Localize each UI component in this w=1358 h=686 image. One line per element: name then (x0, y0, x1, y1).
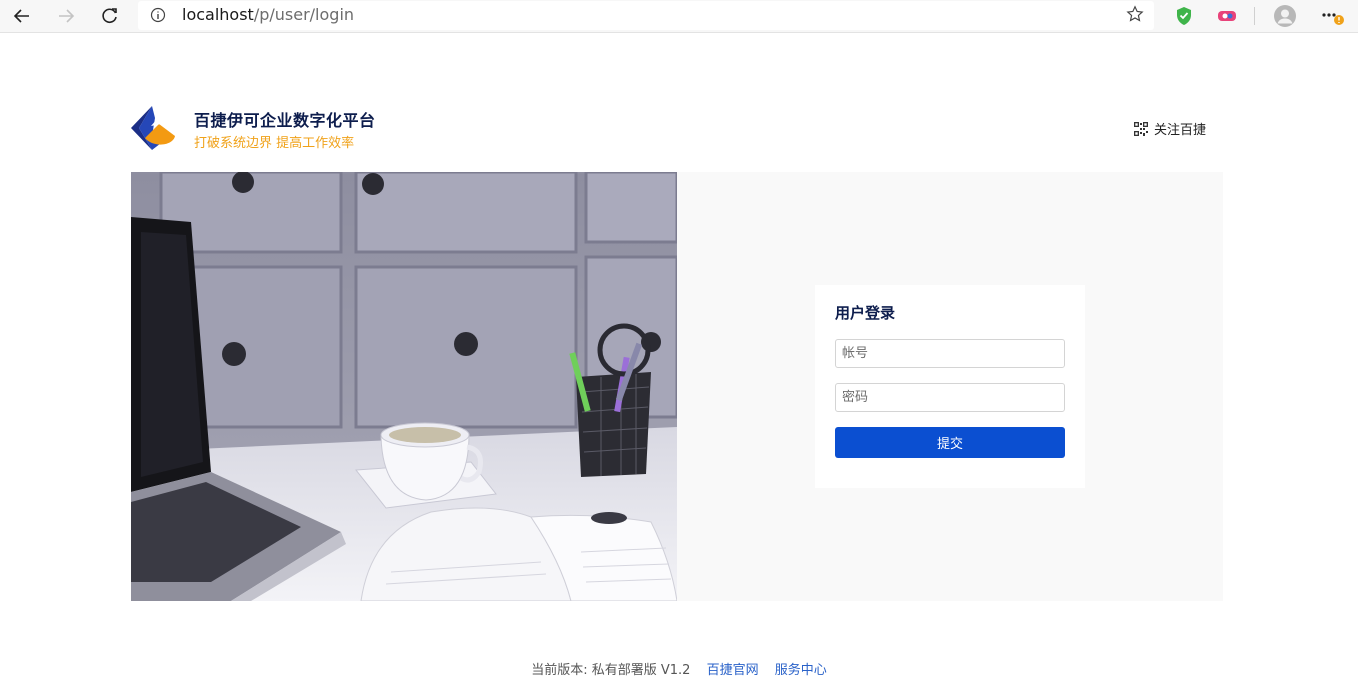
password-input[interactable] (835, 383, 1065, 412)
extension-icon (1218, 11, 1236, 21)
reload-button[interactable] (96, 2, 124, 30)
url-path: /p/user/login (253, 5, 355, 24)
url-host: localhost (182, 5, 254, 24)
login-form: 用户登录 提交 (815, 285, 1085, 488)
account-input[interactable] (835, 339, 1065, 368)
version-text: 当前版本: 私有部署版 V1.2 (531, 663, 691, 678)
bookmark-button[interactable] (1126, 5, 1144, 27)
login-title: 用户登录 (835, 304, 896, 322)
browser-toolbar: localhost/p/user/login (0, 0, 1358, 33)
profile-icon (1274, 5, 1296, 27)
shield-icon (1177, 7, 1191, 25)
hero-image (131, 172, 677, 601)
extension-button[interactable] (1215, 4, 1239, 28)
back-button[interactable] (8, 2, 36, 30)
url-text: localhost/p/user/login (182, 5, 354, 24)
site-info-button[interactable] (150, 7, 166, 27)
profile-button[interactable] (1273, 4, 1297, 28)
official-site-link[interactable]: 百捷官网 (707, 663, 759, 678)
toolbar-separator (1254, 7, 1255, 25)
reload-icon (102, 8, 117, 24)
follow-label: 关注百捷 (1154, 123, 1207, 138)
address-bar[interactable]: localhost/p/user/login (138, 1, 1154, 30)
forward-arrow-icon (59, 9, 75, 23)
menu-dots-icon (1322, 13, 1344, 25)
info-icon (150, 7, 166, 23)
settings-menu-button[interactable] (1320, 4, 1344, 28)
service-center-link[interactable]: 服务中心 (775, 663, 827, 678)
back-arrow-icon (13, 9, 29, 23)
extension-shield[interactable] (1172, 4, 1196, 28)
forward-button[interactable] (52, 2, 80, 30)
submit-button[interactable]: 提交 (835, 427, 1065, 458)
brand-logo (131, 104, 179, 152)
star-icon (1126, 5, 1144, 22)
login-panel: 用户登录 提交 (677, 172, 1223, 601)
brand-subtitle: 打破系统边界 提高工作效率 (194, 136, 355, 151)
brand-title: 百捷伊可企业数字化平台 (194, 111, 376, 130)
footer: 当前版本: 私有部署版 V1.2 百捷官网 服务中心 (0, 659, 1358, 678)
follow-link[interactable]: 关注百捷 (1134, 119, 1206, 138)
qrcode-icon (1134, 121, 1148, 136)
